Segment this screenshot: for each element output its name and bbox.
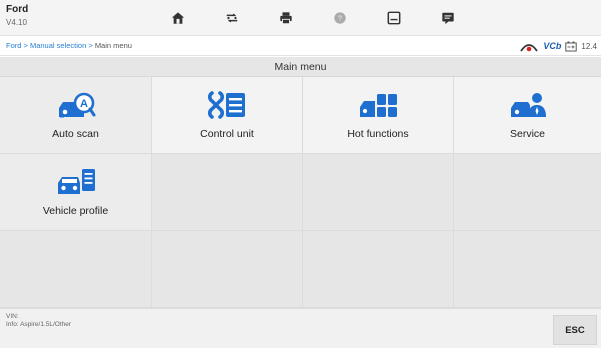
empty-cell <box>152 231 303 308</box>
breadcrumb-current: Main menu <box>94 41 132 50</box>
tile-auto-scan[interactable]: A Auto scan <box>0 77 152 154</box>
svg-text:?: ? <box>338 16 342 23</box>
tile-label-hot-functions: Hot functions <box>347 127 409 140</box>
svg-text:A: A <box>80 98 88 110</box>
tile-control-unit[interactable]: Control unit <box>152 77 303 154</box>
service-icon <box>510 92 546 117</box>
tile-label-control-unit: Control unit <box>200 127 254 140</box>
help-button[interactable]: ? <box>318 6 362 30</box>
hot-functions-icon <box>360 93 397 117</box>
esc-button[interactable]: ESC <box>553 315 597 345</box>
help-icon: ? <box>334 12 346 24</box>
menu-grid: A Auto scan Control unit Hot functions S… <box>0 77 601 308</box>
empty-cell <box>303 231 454 308</box>
breadcrumb-bar: Ford > Manual selection > Main menu VCb … <box>0 36 601 56</box>
connection-status: VCb 12.4 <box>519 39 597 53</box>
vci-label: VCb <box>543 41 562 51</box>
app-version: V4.10 <box>6 18 27 27</box>
battery-icon <box>565 41 578 51</box>
empty-cell <box>0 231 152 308</box>
save-icon <box>387 11 401 25</box>
auto-scan-icon: A <box>58 92 95 117</box>
home-icon <box>171 12 185 24</box>
save-button[interactable] <box>372 6 416 30</box>
breadcrumb: Ford > Manual selection > Main menu <box>6 41 132 50</box>
empty-cell <box>454 154 601 231</box>
vin-label: VIN: <box>6 313 19 320</box>
data-logging-icon <box>442 12 454 25</box>
vci-connection-icon <box>520 44 539 52</box>
control-unit-icon <box>207 90 245 119</box>
home-button[interactable] <box>156 6 200 30</box>
breadcrumb-path[interactable]: Ford > Manual selection > <box>6 41 95 50</box>
data-logging-button[interactable] <box>426 6 470 30</box>
tile-hot-functions[interactable]: Hot functions <box>303 77 454 154</box>
vehicle-swap-icon <box>226 13 238 23</box>
vehicle-swap-button[interactable] <box>210 6 254 30</box>
tile-label-auto-scan: Auto scan <box>52 127 99 140</box>
print-icon <box>280 12 292 25</box>
top-bar: Ford V4.10 ? <box>0 0 601 36</box>
tile-service[interactable]: Service <box>454 77 601 154</box>
vehicle-info: Info: Aspire/1.5L/Other <box>6 321 72 328</box>
footer-bar: VIN: Info: Aspire/1.5L/Other ESC <box>0 308 601 348</box>
vehicle-profile-icon <box>57 168 95 194</box>
battery-voltage: 12.4 <box>581 41 597 51</box>
empty-cell <box>152 154 303 231</box>
app-title: Ford <box>6 4 29 15</box>
tile-label-vehicle-profile: Vehicle profile <box>42 204 109 217</box>
tile-label-service: Service <box>509 127 545 140</box>
empty-cell <box>454 231 601 308</box>
tile-vehicle-profile[interactable]: Vehicle profile <box>0 154 152 231</box>
page-title: Main menu <box>0 57 601 77</box>
empty-cell <box>303 154 454 231</box>
print-button[interactable] <box>264 6 308 30</box>
